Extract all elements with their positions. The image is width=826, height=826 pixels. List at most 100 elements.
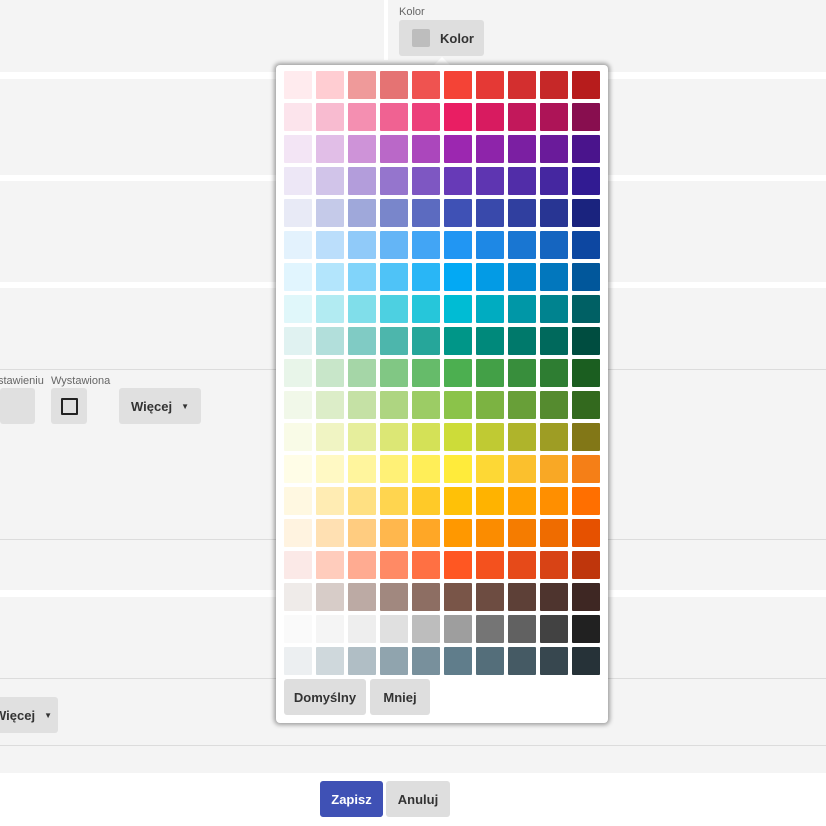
color-swatch[interactable] <box>316 615 344 643</box>
color-swatch[interactable] <box>508 455 536 483</box>
color-swatch[interactable] <box>316 391 344 419</box>
color-swatch[interactable] <box>412 231 440 259</box>
color-swatch[interactable] <box>444 135 472 163</box>
color-swatch[interactable] <box>508 487 536 515</box>
color-swatch[interactable] <box>508 391 536 419</box>
color-swatch[interactable] <box>508 615 536 643</box>
color-swatch[interactable] <box>476 103 504 131</box>
color-swatch[interactable] <box>540 103 568 131</box>
color-swatch[interactable] <box>540 423 568 451</box>
color-swatch[interactable] <box>412 391 440 419</box>
color-swatch[interactable] <box>284 103 312 131</box>
color-swatch[interactable] <box>540 519 568 547</box>
color-swatch[interactable] <box>284 135 312 163</box>
color-swatch[interactable] <box>476 583 504 611</box>
color-swatch[interactable] <box>380 71 408 99</box>
color-swatch[interactable] <box>380 519 408 547</box>
color-swatch[interactable] <box>348 455 376 483</box>
color-swatch[interactable] <box>540 135 568 163</box>
color-swatch[interactable] <box>476 71 504 99</box>
color-swatch[interactable] <box>540 263 568 291</box>
color-swatch[interactable] <box>444 167 472 195</box>
color-swatch[interactable] <box>412 167 440 195</box>
color-swatch[interactable] <box>508 423 536 451</box>
color-swatch[interactable] <box>540 487 568 515</box>
color-swatch[interactable] <box>380 487 408 515</box>
color-swatch[interactable] <box>444 615 472 643</box>
color-swatch[interactable] <box>476 263 504 291</box>
color-swatch[interactable] <box>572 359 600 387</box>
color-swatch[interactable] <box>508 71 536 99</box>
color-swatch[interactable] <box>412 455 440 483</box>
color-swatch[interactable] <box>508 359 536 387</box>
color-swatch[interactable] <box>540 583 568 611</box>
color-swatch[interactable] <box>572 103 600 131</box>
color-swatch[interactable] <box>476 423 504 451</box>
color-swatch[interactable] <box>284 231 312 259</box>
color-swatch[interactable] <box>284 71 312 99</box>
color-swatch[interactable] <box>284 551 312 579</box>
color-swatch[interactable] <box>444 551 472 579</box>
color-swatch[interactable] <box>316 295 344 323</box>
color-swatch[interactable] <box>508 167 536 195</box>
color-swatch[interactable] <box>572 519 600 547</box>
default-color-button[interactable]: Domyślny <box>284 679 366 715</box>
color-swatch[interactable] <box>476 551 504 579</box>
color-swatch[interactable] <box>444 295 472 323</box>
color-swatch[interactable] <box>348 359 376 387</box>
color-swatch[interactable] <box>412 551 440 579</box>
color-swatch[interactable] <box>380 391 408 419</box>
color-swatch[interactable] <box>572 135 600 163</box>
color-swatch[interactable] <box>348 103 376 131</box>
color-swatch[interactable] <box>540 71 568 99</box>
color-swatch[interactable] <box>316 103 344 131</box>
color-swatch[interactable] <box>412 647 440 675</box>
color-swatch[interactable] <box>444 263 472 291</box>
color-swatch[interactable] <box>412 327 440 355</box>
color-swatch[interactable] <box>284 455 312 483</box>
color-swatch[interactable] <box>284 263 312 291</box>
color-swatch[interactable] <box>572 423 600 451</box>
color-swatch[interactable] <box>444 71 472 99</box>
color-swatch[interactable] <box>540 167 568 195</box>
color-swatch[interactable] <box>284 423 312 451</box>
color-swatch[interactable] <box>412 71 440 99</box>
color-swatch[interactable] <box>380 615 408 643</box>
color-swatch[interactable] <box>476 359 504 387</box>
color-swatch[interactable] <box>348 391 376 419</box>
color-swatch[interactable] <box>380 647 408 675</box>
color-swatch[interactable] <box>572 487 600 515</box>
color-swatch[interactable] <box>380 359 408 387</box>
color-swatch[interactable] <box>508 647 536 675</box>
color-swatch[interactable] <box>380 583 408 611</box>
color-swatch[interactable] <box>540 231 568 259</box>
color-swatch[interactable] <box>412 199 440 227</box>
color-swatch[interactable] <box>476 615 504 643</box>
color-swatch[interactable] <box>316 583 344 611</box>
color-swatch[interactable] <box>284 519 312 547</box>
color-swatch[interactable] <box>508 135 536 163</box>
color-swatch[interactable] <box>348 295 376 323</box>
color-swatch[interactable] <box>540 391 568 419</box>
color-swatch[interactable] <box>476 231 504 259</box>
color-swatch[interactable] <box>412 103 440 131</box>
color-swatch[interactable] <box>476 135 504 163</box>
color-swatch[interactable] <box>476 327 504 355</box>
color-swatch[interactable] <box>348 583 376 611</box>
color-swatch[interactable] <box>348 487 376 515</box>
color-swatch[interactable] <box>380 263 408 291</box>
color-swatch[interactable] <box>444 647 472 675</box>
color-swatch[interactable] <box>444 423 472 451</box>
color-swatch[interactable] <box>380 423 408 451</box>
color-swatch[interactable] <box>316 519 344 547</box>
color-swatch[interactable] <box>380 199 408 227</box>
color-swatch[interactable] <box>540 647 568 675</box>
color-swatch[interactable] <box>508 103 536 131</box>
color-swatch[interactable] <box>348 519 376 547</box>
color-swatch[interactable] <box>284 199 312 227</box>
color-swatch[interactable] <box>444 231 472 259</box>
save-button[interactable]: Zapisz <box>320 781 383 817</box>
color-swatch[interactable] <box>572 391 600 419</box>
color-swatch[interactable] <box>476 455 504 483</box>
color-swatch[interactable] <box>380 327 408 355</box>
